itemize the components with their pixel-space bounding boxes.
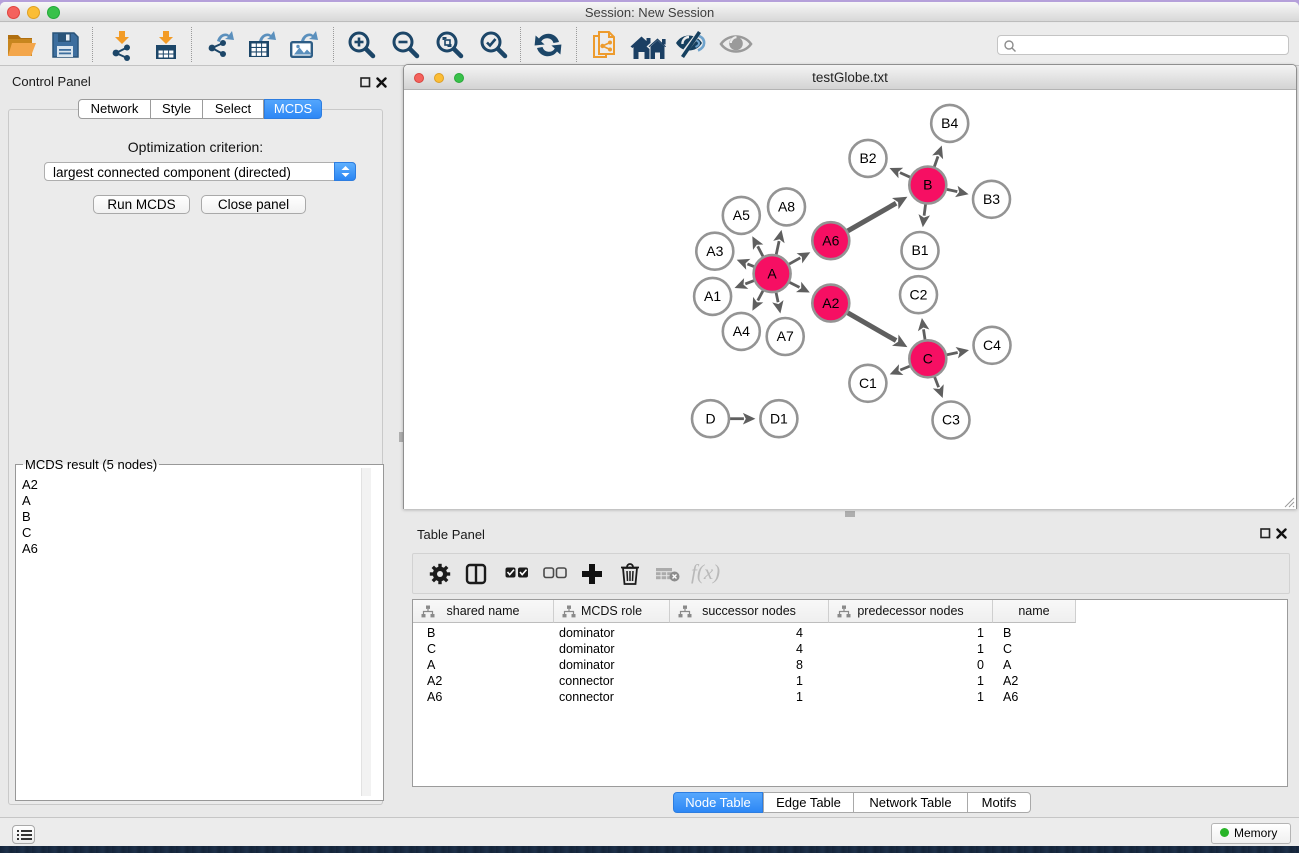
svg-text:A1: A1	[704, 288, 721, 304]
svg-text:B4: B4	[941, 115, 958, 131]
svg-text:A8: A8	[778, 199, 795, 215]
svg-text:B2: B2	[859, 150, 876, 166]
svg-text:D1: D1	[770, 410, 788, 426]
svg-text:A2: A2	[822, 295, 839, 311]
svg-text:A6: A6	[822, 232, 839, 248]
svg-text:A3: A3	[706, 243, 723, 259]
svg-text:D: D	[705, 410, 715, 426]
svg-text:A5: A5	[733, 207, 750, 223]
svg-text:A4: A4	[733, 323, 750, 339]
svg-text:C: C	[923, 351, 933, 367]
svg-text:C2: C2	[910, 286, 928, 302]
svg-text:B3: B3	[983, 191, 1000, 207]
svg-text:B: B	[923, 177, 932, 193]
svg-text:A: A	[767, 265, 777, 281]
svg-text:C4: C4	[983, 337, 1001, 353]
svg-text:A7: A7	[777, 328, 794, 344]
svg-text:B1: B1	[911, 242, 928, 258]
svg-text:C1: C1	[859, 375, 877, 391]
svg-text:C3: C3	[942, 412, 960, 428]
